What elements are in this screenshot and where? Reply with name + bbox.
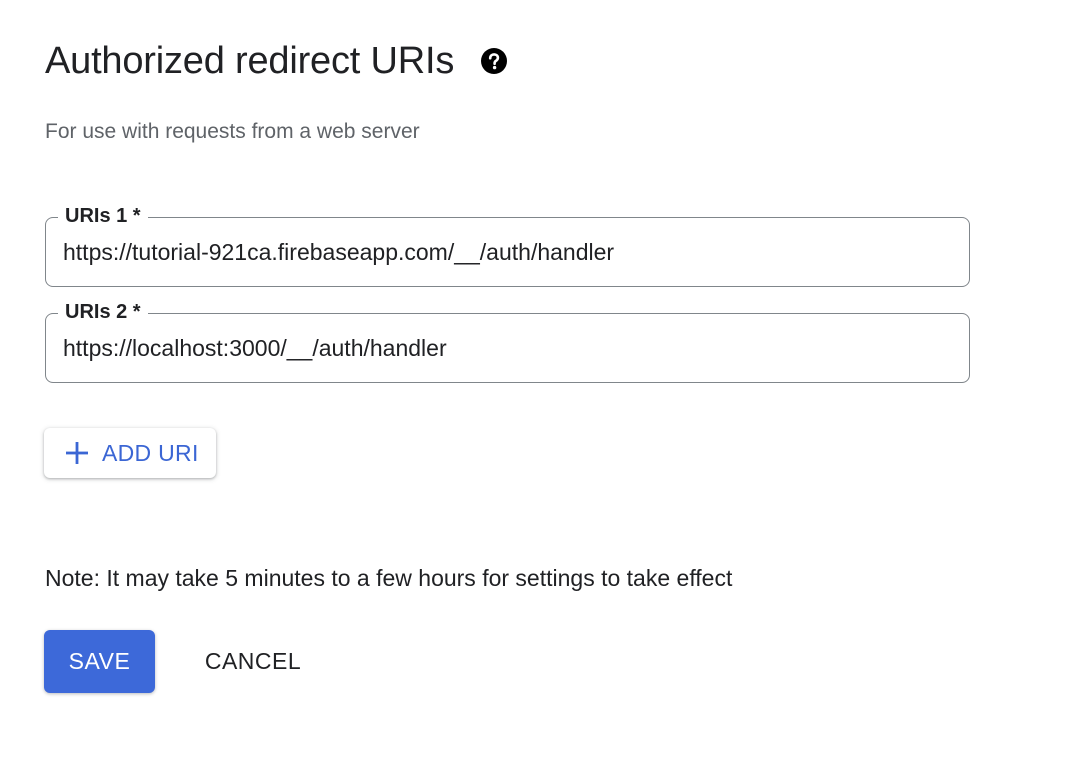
section-header: Authorized redirect URIs — [45, 38, 508, 84]
redirect-uris-section: Authorized redirect URIs For use with re… — [0, 0, 1080, 758]
cancel-button[interactable]: CANCEL — [188, 630, 318, 693]
help-circle-icon[interactable] — [480, 47, 508, 75]
uri-field-1-label: URIs 1 * — [58, 203, 148, 229]
uri-input-2[interactable] — [63, 332, 943, 364]
section-title: Authorized redirect URIs — [45, 40, 455, 82]
settings-note: Note: It may take 5 minutes to a few hou… — [45, 565, 733, 591]
uri-field-2[interactable]: URIs 2 * — [45, 299, 970, 383]
uri-input-1[interactable] — [63, 236, 943, 268]
save-button[interactable]: SAVE — [44, 630, 155, 693]
section-subtitle: For use with requests from a web server — [45, 120, 420, 143]
add-uri-button[interactable]: ADD URI — [44, 428, 216, 478]
uri-field-2-label: URIs 2 * — [58, 299, 148, 325]
add-uri-label: ADD URI — [102, 439, 199, 466]
plus-icon — [64, 440, 90, 466]
uri-field-1[interactable]: URIs 1 * — [45, 203, 970, 287]
